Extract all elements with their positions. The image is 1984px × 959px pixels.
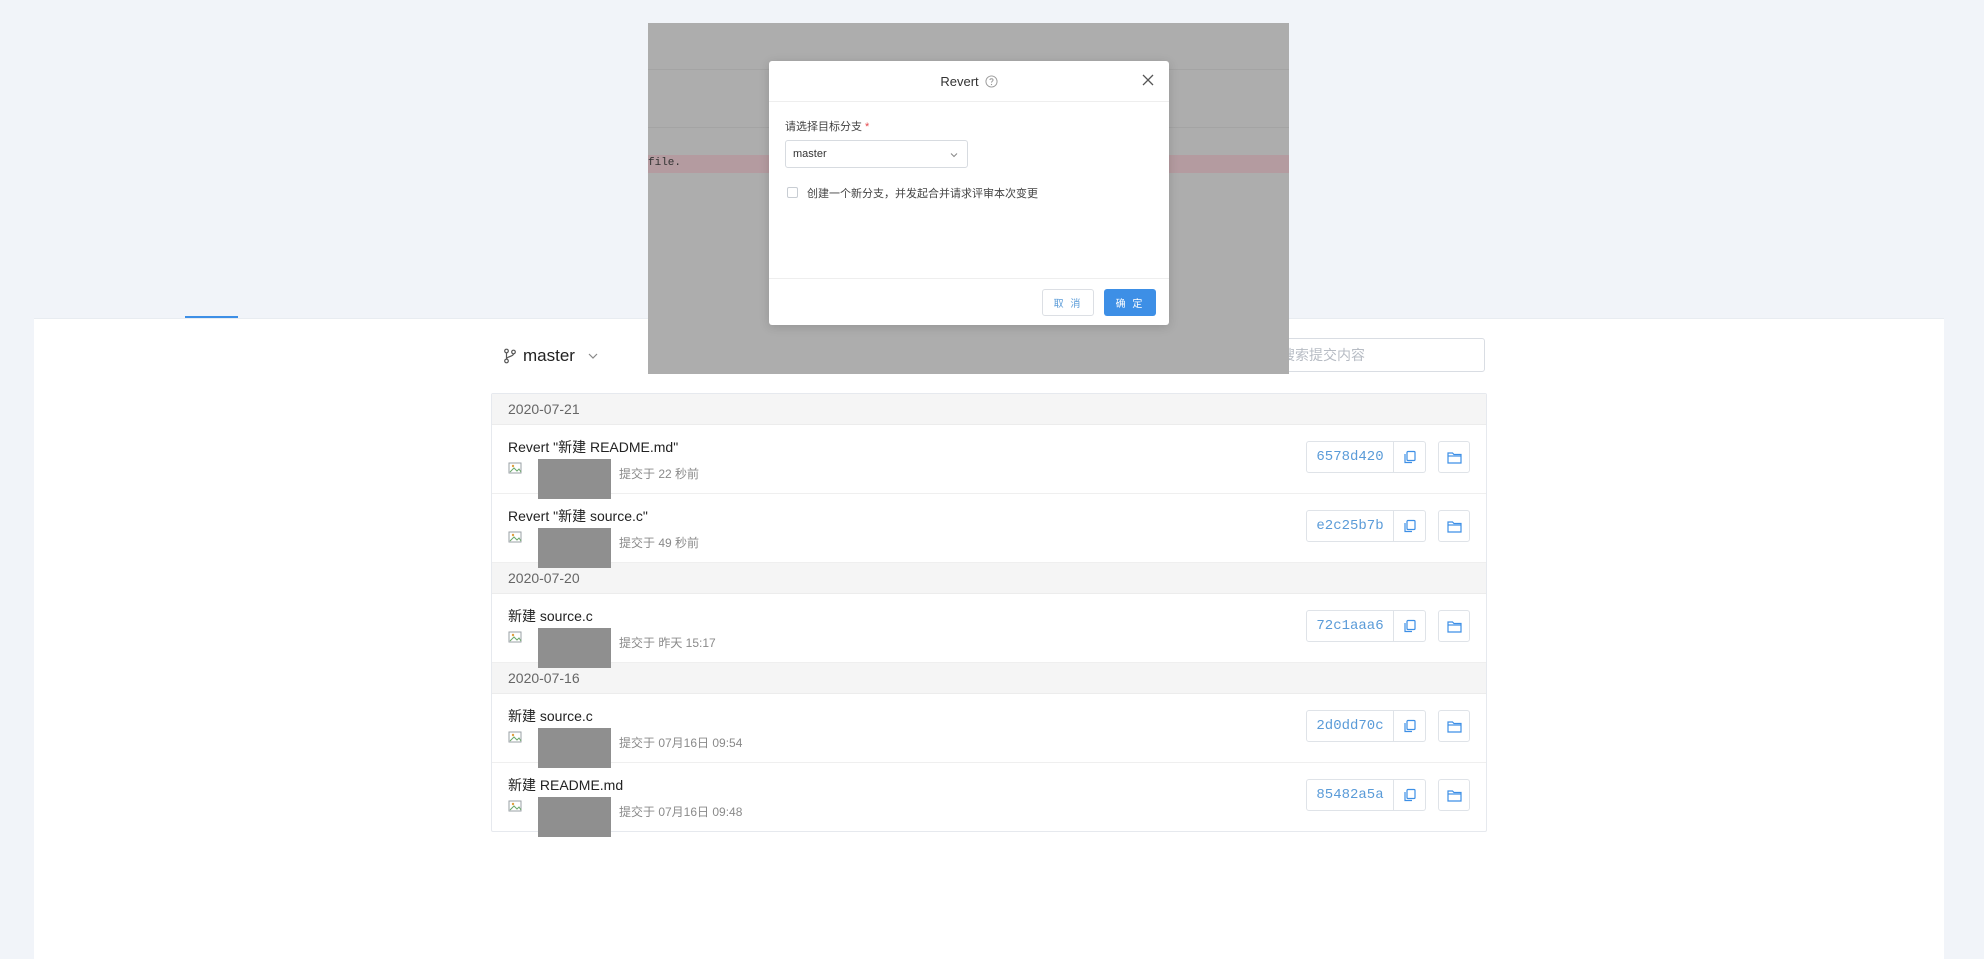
commit-time: 提交于 昨天 15:17 — [619, 636, 716, 650]
author-name-redacted — [538, 797, 611, 837]
branch-selector-label: master — [523, 346, 575, 365]
commit-sha-link[interactable]: e2c25b7b — [1306, 510, 1394, 542]
commit-row: Revert "新建 README.md" 提交于 22 秒前 6578d420 — [492, 425, 1486, 499]
diff-line-text: file. — [648, 157, 682, 169]
broken-image-icon — [508, 800, 522, 812]
create-new-branch-label: 创建一个新分支，并发起合并请求评审本次变更 — [807, 188, 1038, 200]
required-mark: * — [865, 121, 870, 133]
commit-row: 新建 README.md 提交于 07月16日 09:48 85482a5a — [492, 763, 1486, 837]
commit-sha-link[interactable]: 6578d420 — [1306, 441, 1394, 473]
create-new-branch-checkbox[interactable] — [787, 187, 798, 198]
target-branch-label: 请选择目标分支 * — [785, 118, 869, 134]
copy-sha-button[interactable] — [1394, 510, 1426, 542]
commit-message-link[interactable]: Revert "新建 source.c" — [508, 506, 648, 526]
chevron-down-icon — [588, 353, 598, 359]
browse-files-button[interactable] — [1438, 510, 1470, 542]
browse-files-button[interactable] — [1438, 441, 1470, 473]
commit-message-link[interactable]: 新建 README.md — [508, 775, 623, 795]
broken-image-icon — [508, 462, 522, 474]
search-commits-input[interactable] — [1270, 338, 1485, 372]
commit-sha-link[interactable]: 2d0dd70c — [1306, 710, 1394, 742]
browse-files-button[interactable] — [1438, 610, 1470, 642]
broken-image-icon — [508, 531, 522, 543]
author-name-redacted — [538, 628, 611, 668]
dialog-header: Revert — [769, 61, 1169, 102]
date-group-header: 2020-07-21 — [492, 394, 1486, 425]
commit-message-link[interactable]: 新建 source.c — [508, 706, 593, 726]
folder-icon — [1446, 620, 1462, 633]
browse-files-button[interactable] — [1438, 779, 1470, 811]
folder-icon — [1446, 789, 1462, 802]
copy-sha-button[interactable] — [1394, 610, 1426, 642]
target-branch-select[interactable]: master — [785, 140, 968, 168]
commit-time: 提交于 49 秒前 — [619, 536, 700, 550]
commit-list-body: 2020-07-21 Revert "新建 README.md" 提交于 22 秒前… — [492, 394, 1486, 837]
author-name-redacted — [538, 459, 611, 499]
date-group-header: 2020-07-20 — [492, 563, 1486, 594]
copy-icon — [1403, 788, 1416, 802]
commit-row: Revert "新建 source.c" 提交于 49 秒前 e2c25b7b — [492, 494, 1486, 568]
cancel-button[interactable]: 取 消 — [1042, 289, 1094, 316]
broken-image-icon — [508, 731, 522, 743]
author-name-redacted — [538, 528, 611, 568]
dialog-footer: 取 消 确 定 — [769, 278, 1169, 325]
copy-icon — [1403, 519, 1416, 533]
dialog-title: Revert — [940, 73, 979, 89]
close-icon[interactable] — [1141, 73, 1155, 87]
commit-sha-link[interactable]: 72c1aaa6 — [1306, 610, 1394, 642]
copy-sha-button[interactable] — [1394, 710, 1426, 742]
folder-icon — [1446, 720, 1462, 733]
copy-sha-button[interactable] — [1394, 779, 1426, 811]
help-circle-icon[interactable] — [985, 74, 998, 88]
folder-icon — [1446, 451, 1462, 464]
commit-message-link[interactable]: 新建 source.c — [508, 606, 593, 626]
commit-row: 新建 source.c 提交于 07月16日 09:54 2d0dd70c — [492, 694, 1486, 768]
commit-time: 提交于 22 秒前 — [619, 467, 700, 481]
commit-row: 新建 source.c 提交于 昨天 15:17 72c1aaa6 — [492, 594, 1486, 668]
target-branch-label-text: 请选择目标分支 — [785, 121, 862, 133]
broken-image-icon — [508, 631, 522, 643]
author-name-redacted — [538, 728, 611, 768]
target-branch-value: master — [793, 148, 827, 160]
commit-time: 提交于 07月16日 09:54 — [619, 736, 743, 750]
commit-time: 提交于 07月16日 09:48 — [619, 805, 743, 819]
browse-files-button[interactable] — [1438, 710, 1470, 742]
commit-sha-link[interactable]: 85482a5a — [1306, 779, 1394, 811]
chevron-down-icon — [950, 153, 958, 158]
revert-dialog: Revert 请选择目标分支 * master 创建一个新分支，并发起合并请求评审… — [769, 61, 1169, 325]
branch-icon — [504, 348, 516, 364]
branch-selector[interactable]: master — [503, 344, 599, 368]
commit-message-link[interactable]: Revert "新建 README.md" — [508, 437, 678, 457]
confirm-button[interactable]: 确 定 — [1104, 289, 1156, 316]
copy-icon — [1403, 719, 1416, 733]
copy-sha-button[interactable] — [1394, 441, 1426, 473]
commit-list: 2020-07-21 Revert "新建 README.md" 提交于 22 秒前… — [491, 393, 1487, 837]
folder-icon — [1446, 520, 1462, 533]
copy-icon — [1403, 450, 1416, 464]
copy-icon — [1403, 619, 1416, 633]
date-group-header: 2020-07-16 — [492, 663, 1486, 694]
active-tab-indicator — [185, 316, 238, 318]
